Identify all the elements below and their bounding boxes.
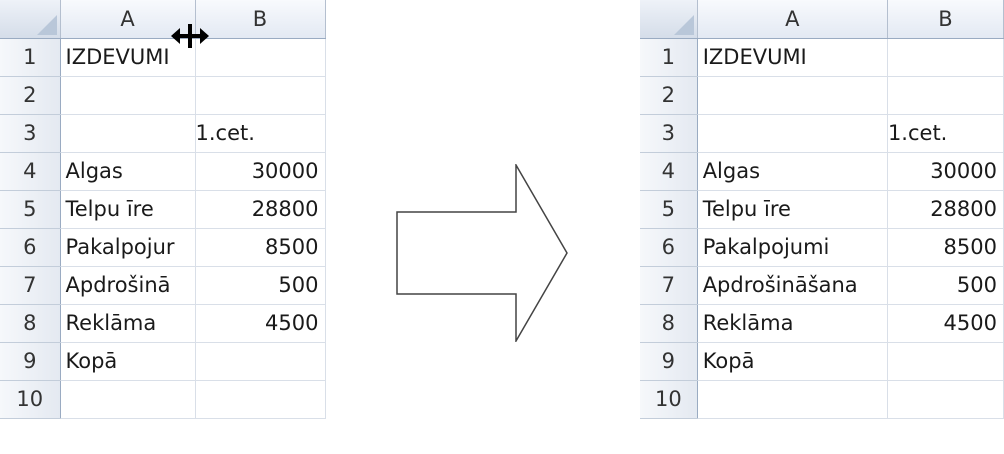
spreadsheet-after: A B 1 IZDEVUMI 2 3 1.cet. 4 Algas 30000 5 Tel… bbox=[640, 0, 1004, 419]
cell-a[interactable]: Telpu īre bbox=[60, 190, 196, 229]
select-all-icon bbox=[36, 14, 57, 35]
cell-b[interactable]: 28800 bbox=[887, 190, 1004, 229]
cell-a[interactable]: Reklāma bbox=[697, 304, 888, 343]
table-row: 10 bbox=[640, 380, 1004, 419]
cell-b[interactable]: 1.cet. bbox=[887, 114, 1004, 153]
select-all-corner[interactable] bbox=[0, 0, 61, 39]
table-row: 3 1.cet. bbox=[0, 114, 326, 153]
row-header[interactable]: 10 bbox=[640, 380, 698, 419]
cell-a[interactable] bbox=[60, 114, 196, 153]
row-header[interactable]: 3 bbox=[0, 114, 61, 153]
row-header[interactable]: 10 bbox=[0, 380, 61, 419]
cell-b[interactable] bbox=[195, 342, 326, 381]
column-header-b[interactable]: B bbox=[887, 0, 1004, 39]
row-header[interactable]: 1 bbox=[640, 38, 698, 77]
cell-a[interactable]: Kopā bbox=[60, 342, 196, 381]
row-header[interactable]: 5 bbox=[640, 190, 698, 229]
cell-a[interactable]: Apdrošinā bbox=[60, 266, 196, 305]
row-header[interactable]: 8 bbox=[0, 304, 61, 343]
row-header[interactable]: 6 bbox=[640, 228, 698, 267]
row-header[interactable]: 7 bbox=[0, 266, 61, 305]
spreadsheet-before: A B 1 IZDEVUMI 2 3 1.cet. 4 Algas 30000 5 Tel… bbox=[0, 0, 326, 419]
column-header-a[interactable]: A bbox=[697, 0, 888, 39]
row-header[interactable]: 4 bbox=[640, 152, 698, 191]
table-row: 10 bbox=[0, 380, 326, 419]
row-header[interactable]: 8 bbox=[640, 304, 698, 343]
table-row: 1 IZDEVUMI bbox=[0, 38, 326, 77]
table-row: 8 Reklāma 4500 bbox=[640, 304, 1004, 343]
row-header[interactable]: 9 bbox=[640, 342, 698, 381]
cell-b[interactable]: 4500 bbox=[887, 304, 1004, 343]
row-header[interactable]: 5 bbox=[0, 190, 61, 229]
column-resize-cursor-icon bbox=[171, 24, 209, 48]
table-row: 9 Kopā bbox=[640, 342, 1004, 381]
table-row: 7 Apdrošināšana 500 bbox=[640, 266, 1004, 305]
table-row: 2 bbox=[640, 76, 1004, 115]
cell-a[interactable] bbox=[697, 380, 888, 419]
table-row: 4 Algas 30000 bbox=[0, 152, 326, 191]
table-row: 4 Algas 30000 bbox=[640, 152, 1004, 191]
select-all-corner[interactable] bbox=[640, 0, 698, 39]
cell-a[interactable]: Kopā bbox=[697, 342, 888, 381]
row-header[interactable]: 3 bbox=[640, 114, 698, 153]
cell-b[interactable] bbox=[887, 38, 1004, 77]
cell-b[interactable]: 30000 bbox=[887, 152, 1004, 191]
cell-a[interactable] bbox=[697, 114, 888, 153]
select-all-icon bbox=[673, 14, 694, 35]
cell-b[interactable]: 500 bbox=[887, 266, 1004, 305]
cell-b[interactable]: 30000 bbox=[195, 152, 326, 191]
cell-b[interactable]: 1.cet. bbox=[195, 114, 326, 153]
cell-b[interactable] bbox=[195, 38, 326, 77]
cell-b[interactable]: 4500 bbox=[195, 304, 326, 343]
cell-b[interactable] bbox=[887, 380, 1004, 419]
cell-b[interactable]: 28800 bbox=[195, 190, 326, 229]
table-row: 9 Kopā bbox=[0, 342, 326, 381]
table-row: 1 IZDEVUMI bbox=[640, 38, 1004, 77]
table-row: 7 Apdrošinā 500 bbox=[0, 266, 326, 305]
table-row: 8 Reklāma 4500 bbox=[0, 304, 326, 343]
row-header[interactable]: 1 bbox=[0, 38, 61, 77]
table-row: 6 Pakalpojumi 8500 bbox=[640, 228, 1004, 267]
cell-b[interactable]: 500 bbox=[195, 266, 326, 305]
table-row: 6 Pakalpojur 8500 bbox=[0, 228, 326, 267]
table-row: 3 1.cet. bbox=[640, 114, 1004, 153]
right-arrow-icon bbox=[396, 164, 568, 342]
cell-a[interactable]: Telpu īre bbox=[697, 190, 888, 229]
cell-b[interactable]: 8500 bbox=[195, 228, 326, 267]
row-header[interactable]: 2 bbox=[640, 76, 698, 115]
row-header[interactable]: 6 bbox=[0, 228, 61, 267]
cell-a[interactable]: Pakalpojur bbox=[60, 228, 196, 267]
cell-a[interactable]: Apdrošināšana bbox=[697, 266, 888, 305]
cell-a[interactable] bbox=[60, 76, 196, 115]
cell-a[interactable]: Algas bbox=[697, 152, 888, 191]
cell-a[interactable]: IZDEVUMI bbox=[697, 38, 888, 77]
row-header[interactable]: 2 bbox=[0, 76, 61, 115]
cell-b[interactable] bbox=[195, 76, 326, 115]
row-header[interactable]: 7 bbox=[640, 266, 698, 305]
row-header[interactable]: 4 bbox=[0, 152, 61, 191]
table-row: 5 Telpu īre 28800 bbox=[640, 190, 1004, 229]
table-row: 5 Telpu īre 28800 bbox=[0, 190, 326, 229]
cell-b[interactable]: 8500 bbox=[887, 228, 1004, 267]
cell-b[interactable] bbox=[887, 342, 1004, 381]
cell-a[interactable] bbox=[697, 76, 888, 115]
row-header[interactable]: 9 bbox=[0, 342, 61, 381]
cell-a[interactable]: Algas bbox=[60, 152, 196, 191]
column-header-b[interactable]: B bbox=[195, 0, 326, 39]
cell-b[interactable] bbox=[195, 380, 326, 419]
cell-a[interactable] bbox=[60, 380, 196, 419]
cell-a[interactable]: Reklāma bbox=[60, 304, 196, 343]
cell-a[interactable]: Pakalpojumi bbox=[697, 228, 888, 267]
cell-b[interactable] bbox=[887, 76, 1004, 115]
table-row: 2 bbox=[0, 76, 326, 115]
